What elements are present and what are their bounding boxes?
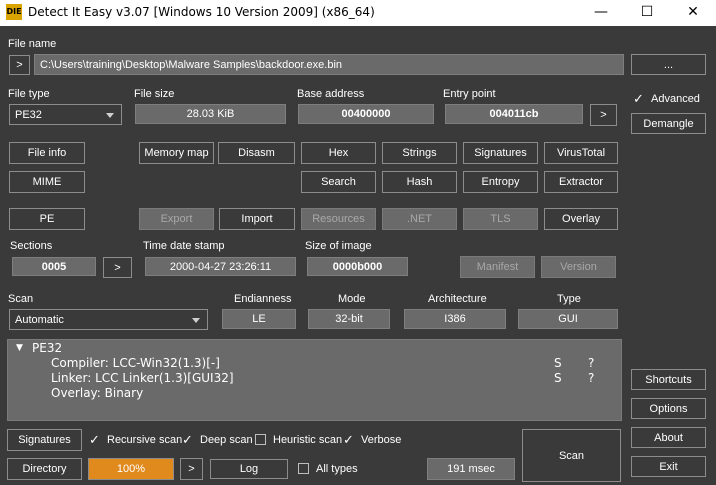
verbose-label: Verbose	[361, 434, 402, 446]
file-name-field[interactable]: C:\Users\training\Desktop\Malware Sample…	[34, 54, 624, 75]
mime-button[interactable]: MIME	[9, 171, 85, 193]
file-info-button[interactable]: File info	[9, 142, 85, 164]
type-label: Type	[557, 293, 581, 305]
chevron-down-icon	[192, 317, 200, 323]
browse-button[interactable]: ...	[631, 54, 706, 75]
strings-button[interactable]: Strings	[382, 142, 457, 164]
entropy-button[interactable]: Entropy	[463, 171, 538, 193]
search-button[interactable]: Search	[301, 171, 376, 193]
advanced-checkbox[interactable]: ✓	[633, 92, 644, 105]
resources-button: Resources	[301, 208, 376, 230]
file-name-label: File name	[8, 38, 57, 50]
base-address-field: 00400000	[298, 104, 434, 124]
result-row-s: S	[554, 356, 562, 370]
time-date-stamp-label: Time date stamp	[143, 240, 225, 252]
result-row-text[interactable]: Linker: LCC Linker(1.3)[GUI32]	[51, 371, 234, 385]
overlay-button[interactable]: Overlay	[544, 208, 618, 230]
result-row-q[interactable]: ?	[588, 371, 594, 385]
export-button: Export	[139, 208, 214, 230]
memory-map-button[interactable]: Memory map	[139, 142, 214, 164]
pe-button[interactable]: PE	[9, 208, 85, 230]
heuristic-scan-label: Heuristic scan	[273, 434, 343, 446]
virustotal-button[interactable]: VirusTotal	[544, 142, 618, 164]
shortcuts-button[interactable]: Shortcuts	[631, 369, 706, 390]
mode-field: 32-bit	[308, 309, 390, 329]
scan-mode-select[interactable]: Automatic	[9, 309, 208, 330]
size-of-image-label: Size of image	[305, 240, 372, 252]
hash-button[interactable]: Hash	[382, 171, 457, 193]
scan-button[interactable]: Scan	[522, 429, 621, 482]
all-types-label: All types	[316, 463, 358, 475]
architecture-label: Architecture	[428, 293, 487, 305]
scan-mode-value: Automatic	[15, 313, 64, 326]
scan-label: Scan	[8, 293, 34, 305]
result-row-s: S	[554, 371, 562, 385]
result-row-text[interactable]: Compiler: LCC-Win32(1.3)[-]	[51, 356, 220, 370]
entry-point-field: 004011cb	[445, 104, 583, 124]
base-address-label: Base address	[297, 88, 365, 100]
file-size-field: 28.03 KiB	[135, 104, 286, 124]
app-icon: DIE	[6, 4, 22, 20]
result-row-text[interactable]: Overlay: Binary	[51, 386, 143, 400]
endianness-label: Endianness	[234, 293, 292, 305]
net-button: .NET	[382, 208, 457, 230]
scan-time-field: 191 msec	[427, 458, 515, 480]
import-button[interactable]: Import	[219, 208, 295, 230]
close-button[interactable]: ✕	[670, 0, 716, 26]
tls-button: TLS	[463, 208, 538, 230]
right-panel	[626, 87, 714, 481]
tree-expand-icon[interactable]: ▼	[16, 343, 23, 353]
demangle-button[interactable]: Demangle	[631, 113, 706, 134]
type-field: GUI	[518, 309, 618, 329]
scan-results-tree[interactable]: ▼ PE32 Compiler: LCC-Win32(1.3)[-] S ? L…	[7, 339, 622, 421]
sections-field: 0005	[12, 257, 96, 276]
manifest-button: Manifest	[460, 256, 535, 278]
file-type-select[interactable]: PE32	[9, 104, 122, 125]
extractor-button[interactable]: Extractor	[544, 171, 618, 193]
log-button[interactable]: Log	[210, 459, 288, 479]
progress-bar: 100%	[88, 458, 174, 480]
entry-point-button[interactable]: >	[590, 104, 617, 126]
result-row-q[interactable]: ?	[588, 356, 594, 370]
heuristic-scan-checkbox[interactable]	[255, 434, 266, 445]
advanced-label: Advanced	[651, 93, 700, 105]
file-open-button[interactable]: >	[9, 55, 30, 75]
recursive-scan-checkbox[interactable]: ✓	[89, 433, 100, 446]
minimize-button[interactable]: —	[578, 0, 624, 26]
options-button[interactable]: Options	[631, 398, 706, 419]
mode-label: Mode	[338, 293, 366, 305]
result-root[interactable]: PE32	[32, 341, 62, 355]
entry-point-label: Entry point	[443, 88, 496, 100]
version-button: Version	[541, 256, 616, 278]
endianness-field: LE	[222, 309, 296, 329]
all-types-checkbox[interactable]	[298, 463, 309, 474]
progress-button[interactable]: >	[180, 458, 203, 480]
maximize-button[interactable]: ☐	[624, 0, 670, 26]
sections-label: Sections	[10, 240, 53, 252]
size-of-image-field: 0000b000	[307, 257, 408, 276]
file-type-label: File type	[8, 88, 50, 100]
hex-button[interactable]: Hex	[301, 142, 376, 164]
deep-scan-label: Deep scan	[200, 434, 253, 446]
chevron-down-icon	[106, 112, 114, 118]
signatures-button[interactable]: Signatures	[7, 429, 82, 451]
verbose-checkbox[interactable]: ✓	[343, 433, 354, 446]
about-button[interactable]: About	[631, 427, 706, 448]
progress-text: 100%	[116, 463, 146, 475]
architecture-field: I386	[404, 309, 506, 329]
deep-scan-checkbox[interactable]: ✓	[182, 433, 193, 446]
directory-button[interactable]: Directory	[7, 458, 82, 480]
exit-button[interactable]: Exit	[631, 456, 706, 477]
disasm-button[interactable]: Disasm	[218, 142, 295, 164]
window-title: Detect It Easy v3.07 [Windows 10 Version…	[28, 5, 375, 19]
title-bar: DIE Detect It Easy v3.07 [Windows 10 Ver…	[0, 0, 716, 26]
file-size-label: File size	[134, 88, 175, 100]
signatures-tool-button[interactable]: Signatures	[463, 142, 538, 164]
sections-button[interactable]: >	[103, 257, 132, 278]
time-date-stamp-field: 2000-04-27 23:26:11	[145, 257, 296, 276]
file-type-value: PE32	[15, 108, 42, 121]
recursive-scan-label: Recursive scan	[107, 434, 183, 446]
